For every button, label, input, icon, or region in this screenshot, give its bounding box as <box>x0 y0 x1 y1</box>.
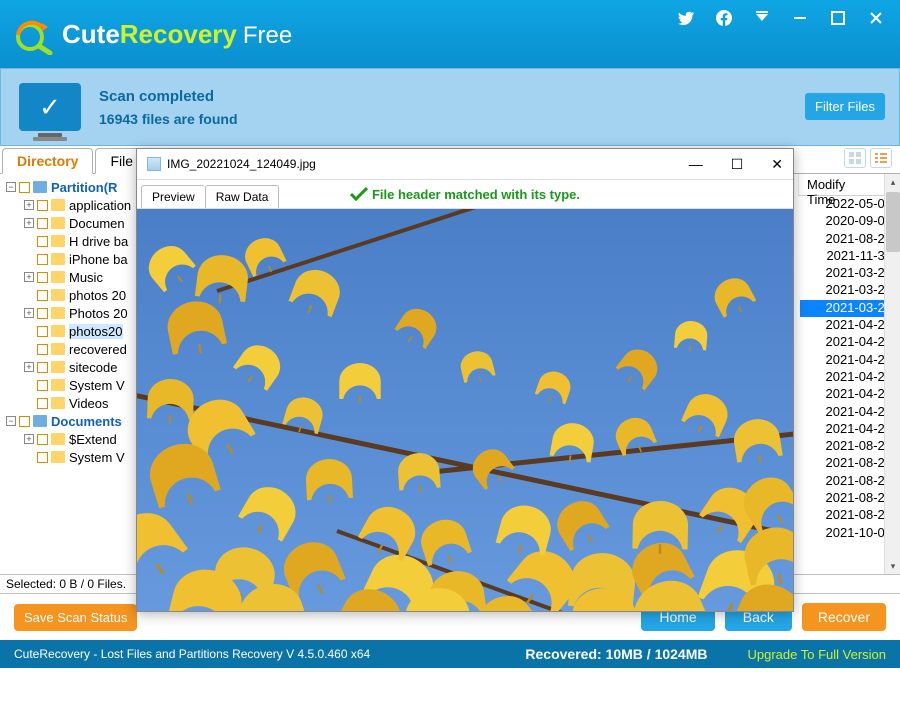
preview-filename: IMG_20221024_124049.jpg <box>167 157 316 171</box>
file-list-scrollbar[interactable]: ▴ ▾ <box>884 174 900 574</box>
recover-button[interactable]: Recover <box>802 603 886 631</box>
logo-icon <box>12 13 54 55</box>
tab-directory[interactable]: Directory <box>2 148 93 174</box>
maximize-icon[interactable] <box>830 10 846 31</box>
column-modify-time[interactable]: Modify Time <box>798 174 884 196</box>
monitor-icon: ✓ <box>19 83 81 131</box>
header-match-message: File header matched with its type. <box>350 187 580 202</box>
app-title: CuteRecoveryFree <box>62 19 292 50</box>
footer-app-info: CuteRecovery - Lost Files and Partitions… <box>14 647 370 661</box>
twitter-icon[interactable] <box>678 10 694 31</box>
preview-minimize-icon[interactable]: — <box>689 156 703 173</box>
preview-window: IMG_20221024_124049.jpg — ☐ ✕ Preview Ra… <box>136 148 794 612</box>
save-scan-status-button[interactable]: Save Scan Status <box>14 604 137 631</box>
preview-image <box>137 209 793 611</box>
upgrade-link[interactable]: Upgrade To Full Version <box>747 647 886 662</box>
selected-info: Selected: 0 B / 0 Files. <box>6 577 126 591</box>
scan-status-count: 16943 files are found <box>99 111 238 127</box>
preview-titlebar[interactable]: IMG_20221024_124049.jpg — ☐ ✕ <box>137 149 793 179</box>
preview-close-icon[interactable]: ✕ <box>771 156 783 173</box>
view-grid-icon[interactable] <box>844 148 866 168</box>
view-list-icon[interactable] <box>870 148 892 168</box>
scan-status-panel: ✓ Scan completed 16943 files are found F… <box>0 68 900 146</box>
preview-maximize-icon[interactable]: ☐ <box>731 156 744 173</box>
footer-bar: CuteRecovery - Lost Files and Partitions… <box>0 640 900 668</box>
filter-files-button[interactable]: Filter Files <box>805 93 885 120</box>
dropdown-icon[interactable] <box>754 10 770 31</box>
facebook-icon[interactable] <box>716 10 732 31</box>
footer-recovered: Recovered: 10MB / 1024MB <box>525 646 707 662</box>
preview-tab-rawdata[interactable]: Raw Data <box>205 185 280 208</box>
check-icon <box>350 187 368 201</box>
app-logo: CuteRecoveryFree <box>12 13 292 55</box>
preview-tab-preview[interactable]: Preview <box>141 185 205 208</box>
file-icon <box>147 157 161 171</box>
titlebar: CuteRecoveryFree <box>0 0 900 68</box>
minimize-icon[interactable] <box>792 10 808 31</box>
scrollbar-thumb[interactable] <box>886 192 900 252</box>
scan-status-title: Scan completed <box>99 88 238 105</box>
close-icon[interactable] <box>868 10 884 31</box>
